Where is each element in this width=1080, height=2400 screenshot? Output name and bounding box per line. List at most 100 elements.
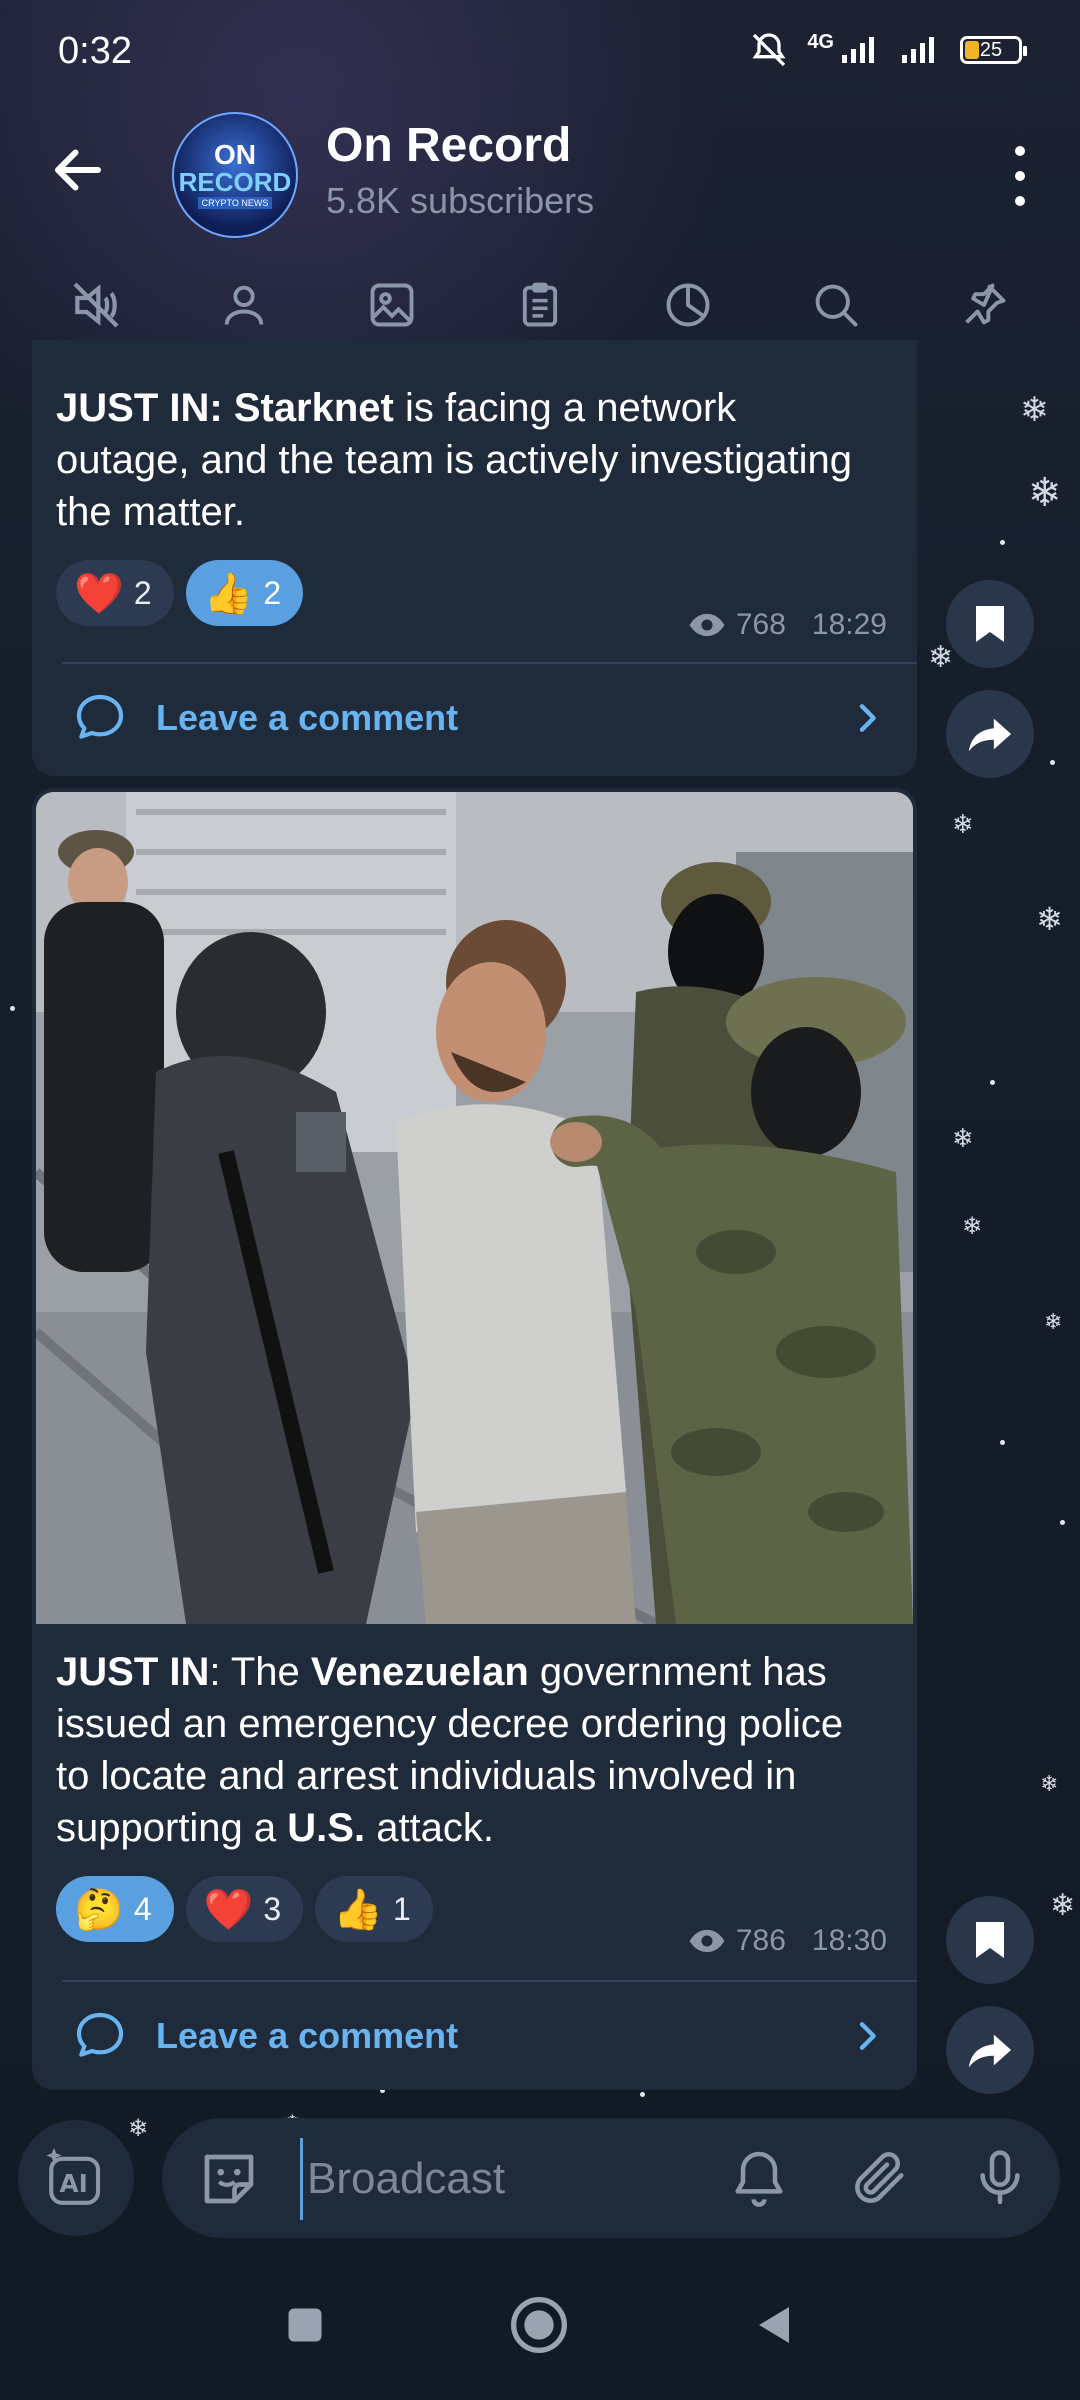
- back-nav-button[interactable]: [740, 2290, 810, 2360]
- channel-toolbar: [0, 260, 1080, 350]
- divider: [62, 1980, 917, 1982]
- members-button[interactable]: [209, 270, 279, 340]
- save-post-button[interactable]: [946, 1896, 1034, 1984]
- files-button[interactable]: [505, 270, 575, 340]
- view-count: 768: [735, 608, 786, 641]
- signal-icon-2: [902, 37, 934, 63]
- stats-icon: [666, 283, 710, 327]
- signal-icon: [842, 37, 874, 63]
- battery-icon: 25: [960, 36, 1027, 64]
- files-icon: [522, 282, 558, 327]
- channel-post[interactable]: JUST IN: The Venezuelan government has i…: [32, 788, 917, 2090]
- media-button[interactable]: [357, 270, 427, 340]
- reaction-chip[interactable]: 🤔 4: [56, 1876, 174, 1942]
- back-button[interactable]: [48, 140, 108, 200]
- square-icon: [288, 2308, 322, 2342]
- post-text-segment: Starknet: [233, 386, 394, 430]
- bookmark-icon: [976, 606, 1004, 642]
- view-count: 786: [735, 1924, 786, 1957]
- divider: [62, 662, 917, 664]
- svg-text:AI: AI: [60, 2169, 88, 2198]
- comment-label: Leave a comment: [156, 697, 459, 738]
- post-text-segment: Venezuelan: [310, 1650, 529, 1694]
- reaction-count: 3: [263, 1890, 282, 1927]
- reaction-count: 2: [133, 574, 152, 611]
- reaction-emoji: 🤔: [74, 1886, 124, 1933]
- channel-title[interactable]: On Record: [326, 118, 571, 173]
- search-button[interactable]: [801, 270, 871, 340]
- search-icon: [815, 284, 858, 327]
- attach-button[interactable]: [848, 2146, 912, 2215]
- leave-comment-button[interactable]: Leave a comment: [72, 678, 887, 758]
- share-arrow-icon: [968, 2034, 1012, 2068]
- pinned-button[interactable]: [949, 270, 1019, 340]
- share-arrow-icon: [968, 718, 1012, 752]
- recents-button[interactable]: [270, 2290, 340, 2360]
- reaction-count: 1: [393, 1890, 411, 1927]
- reactions-row: ❤️ 2 👍 2: [56, 560, 304, 626]
- reaction-chip[interactable]: 👍 1: [315, 1876, 433, 1942]
- bell-icon: [735, 2151, 783, 2207]
- network-type: 4G: [807, 30, 834, 53]
- share-post-button[interactable]: [946, 690, 1034, 778]
- bell-muted-icon: [752, 33, 786, 67]
- post-meta: 768 18:29: [688, 608, 887, 642]
- reaction-chip[interactable]: ❤️ 2: [56, 560, 174, 626]
- message-field: [162, 2118, 1060, 2238]
- reaction-count: 4: [133, 1890, 152, 1927]
- system-nav-bar: [0, 2250, 1080, 2400]
- more-options-button[interactable]: [1000, 146, 1040, 206]
- status-time: 0:32: [58, 30, 132, 72]
- avatar-text-line1: ON: [214, 139, 256, 170]
- ai-button[interactable]: AI: [18, 2120, 134, 2236]
- arrow-left-icon: [55, 149, 101, 191]
- sticker-smile-icon: [204, 2154, 254, 2204]
- channel-avatar[interactable]: ON RECORD CRYPTO NEWS: [172, 112, 298, 238]
- silent-broadcast-button[interactable]: [727, 2146, 791, 2215]
- reaction-emoji: ❤️: [203, 1886, 254, 1933]
- post-text: JUST IN: Starknet is facing a network ou…: [56, 382, 877, 538]
- message-input-bar: AI: [0, 2100, 1080, 2250]
- chevron-right-icon: [859, 704, 876, 732]
- pin-icon: [965, 283, 1006, 325]
- chevron-right-icon: [859, 2022, 876, 2050]
- post-time: 18:30: [811, 1924, 887, 1957]
- status-icons: 4G 25: [749, 30, 1027, 70]
- stats-button[interactable]: [653, 270, 723, 340]
- post-text-segment: JUST IN: [56, 1650, 210, 1694]
- post-time: 18:29: [811, 608, 887, 641]
- reaction-chip[interactable]: 👍 2: [185, 560, 304, 626]
- avatar-text-line2: RECORD: [178, 167, 292, 197]
- emoji-button[interactable]: [196, 2146, 262, 2217]
- status-bar: 0:32 4G 25: [0, 0, 1080, 100]
- subscriber-count: 5.8K subscribers: [326, 180, 595, 221]
- post-photo[interactable]: [36, 792, 913, 1624]
- leave-comment-button[interactable]: Leave a comment: [72, 1996, 887, 2076]
- mute-icon: [73, 282, 119, 328]
- chat-header: ON RECORD CRYPTO NEWS On Record 5.8K sub…: [0, 100, 1080, 240]
- post-text-segment: : The: [209, 1650, 311, 1694]
- eye-icon: [689, 613, 725, 637]
- triangle-back-icon: [759, 2307, 789, 2343]
- broadcast-input[interactable]: [300, 2138, 729, 2220]
- home-button[interactable]: [504, 2290, 574, 2360]
- media-icon: [370, 283, 414, 327]
- mute-button[interactable]: [61, 270, 131, 340]
- reaction-emoji: 👍: [333, 1886, 384, 1933]
- reaction-emoji: 👍: [203, 570, 254, 617]
- reaction-chip[interactable]: ❤️ 3: [185, 1876, 304, 1942]
- reaction-emoji: ❤️: [74, 570, 124, 617]
- share-post-button[interactable]: [946, 2006, 1034, 2094]
- save-post-button[interactable]: [946, 580, 1034, 668]
- voice-record-button[interactable]: [968, 2146, 1032, 2215]
- bookmark-icon: [976, 1922, 1004, 1958]
- channel-post[interactable]: JUST IN: Starknet is facing a network ou…: [32, 340, 917, 776]
- post-text-segment: attack.: [365, 1806, 495, 1850]
- members-icon: [224, 285, 264, 325]
- ai-sparkle-icon: AI: [46, 2147, 101, 2205]
- comment-label: Leave a comment: [156, 2015, 459, 2056]
- battery-level: 25: [979, 38, 1003, 61]
- circle-home-icon: [511, 2297, 567, 2353]
- comment-bubble-icon: [76, 694, 124, 739]
- post-text-segment: [223, 386, 234, 430]
